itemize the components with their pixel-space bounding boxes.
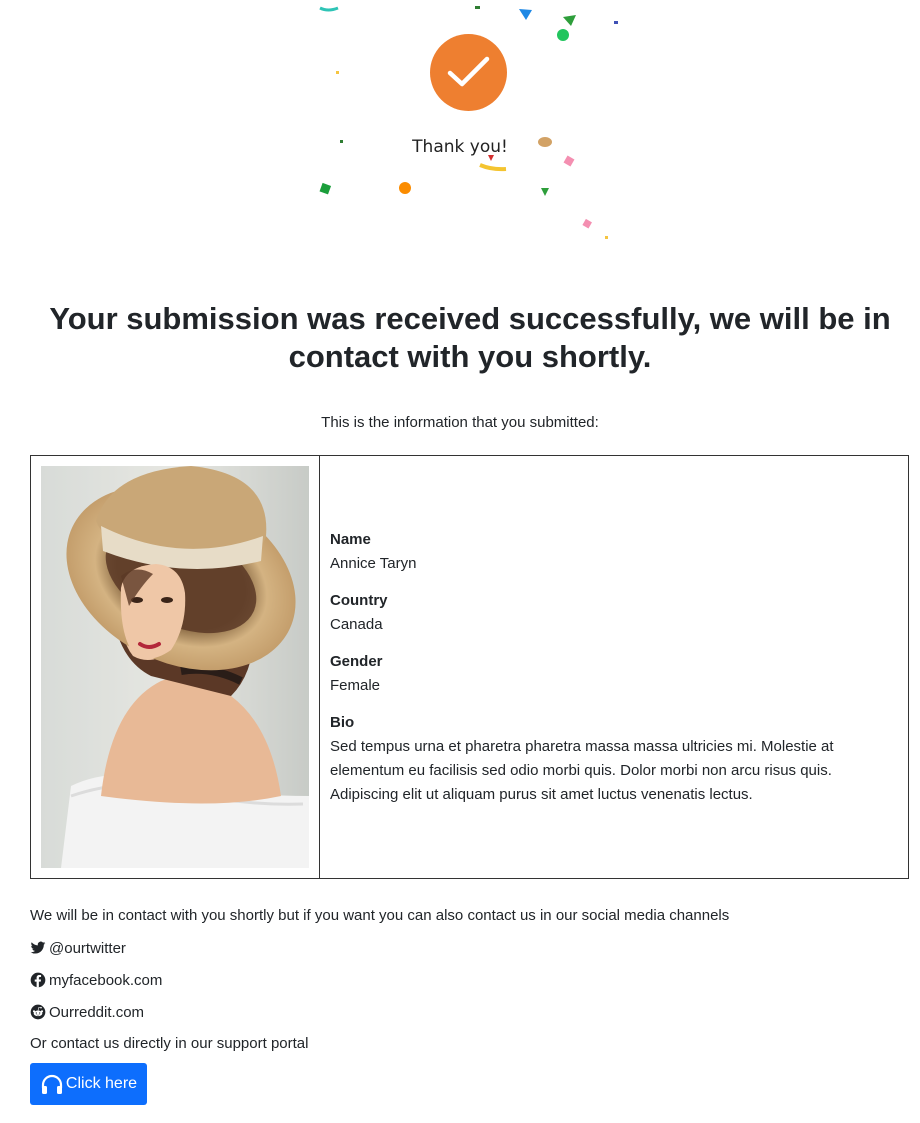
check-icon: [447, 56, 490, 87]
facebook-url: myfacebook.com: [49, 971, 163, 989]
thank-you-text: Thank you!: [412, 137, 508, 157]
gender-value: Female: [330, 676, 381, 694]
support-text: Or contact us directly in our support po…: [30, 1035, 309, 1052]
details-cell: Name Annice Taryn Country Canada Gender …: [320, 456, 908, 878]
page-title: Your submission was received successfull…: [49, 301, 891, 374]
profile-photo: [41, 466, 309, 868]
name-label: Name: [330, 530, 371, 548]
country-value: Canada: [330, 615, 383, 633]
photo-cell: [31, 456, 320, 878]
social-link-facebook[interactable]: myfacebook.com: [30, 969, 890, 991]
contact-text: We will be in contact with you shortly b…: [30, 907, 730, 924]
social-link-reddit[interactable]: Ourreddit.com: [30, 1001, 890, 1023]
reddit-url: Ourreddit.com: [49, 1003, 145, 1021]
facebook-icon: [30, 972, 46, 988]
bio-value: Sed tempus urna et pharetra pharetra mas…: [330, 737, 834, 803]
support-button-label: Click here: [65, 1075, 138, 1092]
name-value: Annice Taryn: [330, 554, 417, 572]
reddit-icon: [30, 1004, 46, 1020]
twitter-icon: [30, 941, 46, 954]
contact-section: We will be in contact with you shortly b…: [30, 905, 890, 1055]
country-label: Country: [330, 591, 388, 609]
submission-table: Name Annice Taryn Country Canada Gender …: [30, 455, 909, 879]
bio-label: Bio: [330, 713, 355, 731]
gender-label: Gender: [330, 652, 383, 670]
social-link-twitter[interactable]: @ourtwitter: [30, 937, 890, 959]
twitter-handle: @ourtwitter: [49, 939, 126, 957]
success-badge: [430, 34, 507, 111]
intro-text: This is the information that you submitt…: [321, 414, 599, 431]
headphones-icon: [41, 1074, 63, 1094]
support-portal-button[interactable]: Click here: [30, 1063, 147, 1105]
